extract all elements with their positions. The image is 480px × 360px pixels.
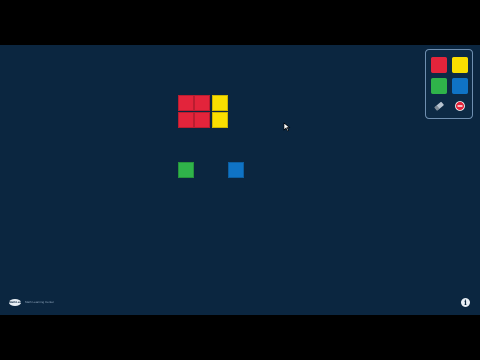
work-area[interactable]: MathLearning Math Learning Center i [0,45,480,315]
red-tile[interactable] [194,95,210,111]
yellow-tile[interactable] [212,95,228,111]
brand[interactable]: MathLearning Math Learning Center [9,297,54,307]
mouse-pointer-icon [283,122,291,132]
swatch-red[interactable] [431,57,447,73]
brand-logo: MathLearning [9,298,29,306]
red-tile[interactable] [178,112,194,128]
red-tile[interactable] [194,112,210,128]
swatch-green[interactable] [431,78,447,94]
clear-icon[interactable] [454,100,466,112]
eraser-icon[interactable] [433,100,445,112]
blue-tile[interactable] [228,162,244,178]
brand-text: Math Learning Center [25,300,55,304]
swatch-blue[interactable] [452,78,468,94]
green-tile[interactable] [178,162,194,178]
info-icon[interactable]: i [461,298,470,307]
swatch-yellow[interactable] [452,57,468,73]
red-tile[interactable] [178,95,194,111]
yellow-tile[interactable] [212,112,228,128]
color-palette [425,49,473,119]
